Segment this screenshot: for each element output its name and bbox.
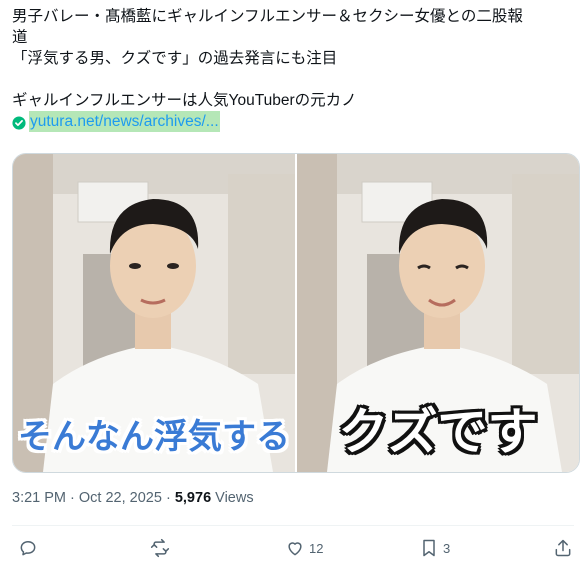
repost-icon <box>150 538 170 558</box>
link-row: yutura.net/news/archives/... <box>12 111 574 132</box>
left-caption: そんなん浮気する <box>18 417 290 457</box>
action-bar: 12 3 <box>0 538 582 564</box>
post-date[interactable]: Oct 22, 2025 <box>79 490 162 506</box>
divider <box>12 525 574 526</box>
share-button[interactable] <box>553 538 573 558</box>
post-metadata: 3:21 PM · Oct 22, 2025 · 5,976 Views <box>12 490 254 506</box>
post-time[interactable]: 3:21 PM <box>12 490 66 506</box>
repost-button[interactable] <box>150 538 174 558</box>
bookmark-icon <box>423 539 435 557</box>
media-image-left[interactable]: そんなん浮気する <box>13 154 295 472</box>
post-text: 男子バレー・髙橋藍にギャルインフルエンサー＆セクシー女優との二股報 道 「浮気す… <box>12 6 574 132</box>
views-count: 5,976 <box>174 490 212 506</box>
media-image-right[interactable]: クズです <box>297 154 579 472</box>
bookmark-button[interactable]: 3 <box>419 538 450 558</box>
article-link[interactable]: yutura.net/news/archives/... <box>29 111 220 132</box>
views-label: Views <box>215 490 254 506</box>
post-line-5: ギャルインフルエンサーは人気YouTuberの元カノ <box>12 92 357 109</box>
post-line-1: 男子バレー・髙橋藍にギャルインフルエンサー＆セクシー女優との二股報 <box>12 8 523 25</box>
like-button[interactable]: 12 <box>285 538 323 558</box>
post-line-2: 道 <box>12 29 28 46</box>
share-icon <box>555 539 571 557</box>
like-count: 12 <box>309 540 324 556</box>
reply-icon <box>20 541 36 556</box>
meta-separator: · <box>165 490 171 506</box>
check-circle-icon <box>12 115 26 130</box>
post-line-3: 「浮気する男、クズです」の過去発言にも注目 <box>12 50 338 67</box>
right-caption: クズです <box>338 403 538 461</box>
bookmark-count: 3 <box>443 540 451 556</box>
like-icon <box>288 542 302 556</box>
reply-button[interactable] <box>18 538 42 558</box>
meta-separator: · <box>70 490 75 506</box>
media-grid[interactable]: そんなん浮気する クズです <box>12 153 580 473</box>
